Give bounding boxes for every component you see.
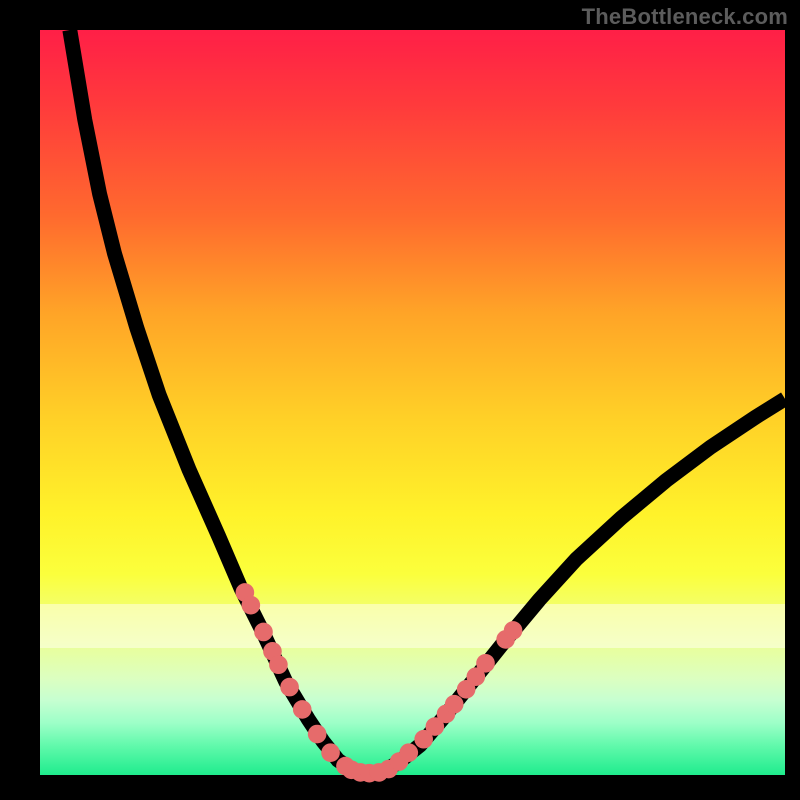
data-dot: [293, 700, 312, 719]
data-dot: [242, 596, 261, 615]
chart-svg: [40, 30, 785, 775]
data-dot: [321, 743, 340, 762]
watermark-text: TheBottleneck.com: [582, 4, 788, 30]
data-dot: [504, 621, 523, 640]
data-dot: [399, 743, 418, 762]
bottleneck-curve: [70, 30, 785, 774]
chart-frame: TheBottleneck.com: [0, 0, 800, 800]
data-dot: [476, 654, 495, 673]
data-dot: [308, 725, 327, 744]
data-dot: [280, 678, 299, 697]
data-dot: [254, 623, 273, 642]
data-dot: [269, 655, 288, 674]
data-dot: [445, 695, 464, 714]
plot-area: [40, 30, 785, 775]
